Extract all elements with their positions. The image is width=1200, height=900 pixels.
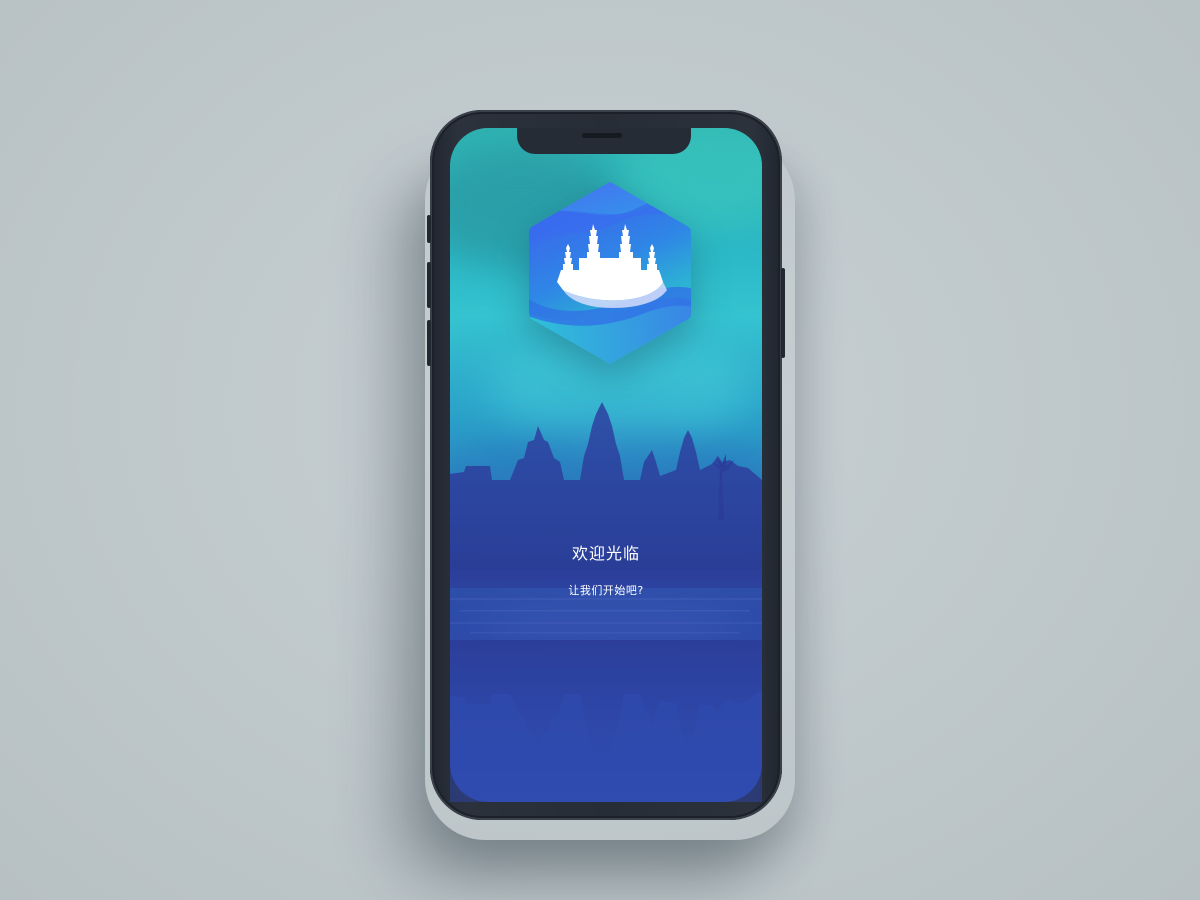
app-logo (527, 178, 693, 368)
volume-up-button (427, 262, 431, 308)
power-button (781, 268, 785, 358)
angkor-wat-silhouette (450, 402, 762, 802)
earpiece-speaker (582, 133, 622, 138)
welcome-title: 欢迎光临 (571, 544, 640, 563)
welcome-subtitle[interactable]: 让我们开始吧? (450, 582, 762, 598)
angkor-wat-temple-icon (529, 182, 691, 364)
volume-down-button (427, 320, 431, 366)
mute-switch (427, 215, 431, 243)
mockup-stage: 欢迎光临 让我们开始吧? (0, 0, 1200, 900)
phone-notch (517, 128, 691, 154)
